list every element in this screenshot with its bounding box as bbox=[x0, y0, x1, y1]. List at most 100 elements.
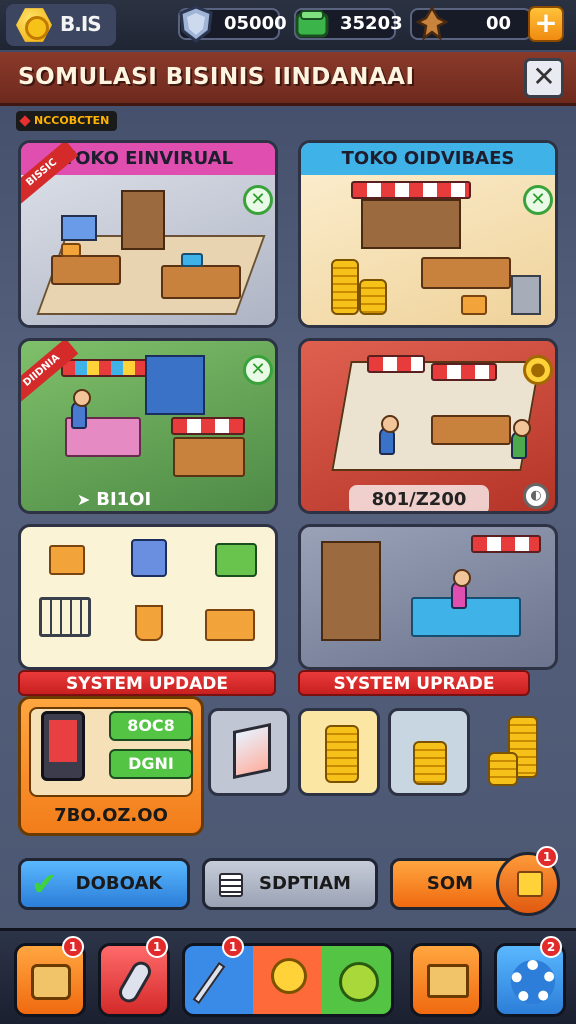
awning bbox=[471, 535, 541, 553]
shield-gem-icon bbox=[179, 5, 213, 43]
cash-counter[interactable]: 35203 bbox=[294, 8, 403, 40]
nav-center-group bbox=[182, 943, 394, 1017]
check-icon: ✕ bbox=[243, 355, 273, 385]
box bbox=[461, 295, 487, 315]
shelf bbox=[321, 541, 381, 641]
shop-card-title: TOKO OIDVIBAES bbox=[301, 143, 555, 175]
register bbox=[181, 253, 203, 267]
shelf bbox=[121, 190, 165, 250]
item-tile-crystal[interactable] bbox=[208, 708, 290, 796]
awning bbox=[351, 181, 471, 199]
counter bbox=[51, 255, 121, 285]
coin-stack-icon bbox=[488, 752, 518, 786]
upgrade-option-top[interactable]: 8OC8 bbox=[109, 711, 193, 741]
system-label: SYSTEM UPDADE bbox=[18, 670, 276, 696]
upgrade-panel[interactable]: 8OC8 DGNI 7BO.OZ.OO bbox=[18, 696, 204, 836]
bottom-nav bbox=[0, 928, 576, 1024]
dobak-label: DOBOAK bbox=[75, 873, 163, 894]
customer bbox=[379, 415, 399, 455]
counter bbox=[161, 265, 241, 299]
item-tile-coins-large[interactable] bbox=[298, 708, 380, 796]
arrow-icon: ➤ bbox=[76, 490, 91, 509]
coin-stack-icon bbox=[413, 741, 447, 785]
item-tile-coins-medium[interactable] bbox=[388, 708, 470, 796]
gold-coin-icon: ● bbox=[523, 355, 553, 385]
package-icon bbox=[205, 609, 255, 641]
nav-badge: 1 bbox=[222, 936, 244, 958]
card-stat: 801/Z200 bbox=[349, 485, 489, 511]
shopkeeper bbox=[451, 569, 471, 609]
shop-card-store[interactable]: ● 801/Z200 ◐ bbox=[298, 338, 558, 514]
cake-icon bbox=[31, 964, 71, 1000]
upgrade-option-bottom[interactable]: DGNI bbox=[109, 749, 193, 779]
crystal-icon bbox=[233, 722, 271, 780]
coin-stack-icon bbox=[325, 725, 359, 783]
trophy-value: 00 bbox=[486, 13, 512, 34]
title-bar: SOMULASI BISINIS IINDANAAI ✕ bbox=[0, 52, 576, 106]
check-icon: ✕ bbox=[243, 185, 273, 215]
safe bbox=[511, 275, 541, 315]
bag-icon bbox=[517, 871, 543, 897]
upgrade-value: 7BO.OZ.OO bbox=[54, 805, 168, 826]
coin-icon[interactable] bbox=[339, 962, 379, 1002]
cart-icon bbox=[39, 597, 91, 637]
counter bbox=[431, 415, 511, 445]
info-icon[interactable]: ◐ bbox=[523, 483, 549, 509]
box bbox=[61, 243, 81, 257]
microphone-icon bbox=[115, 957, 155, 1007]
gem-value: 05000 bbox=[224, 13, 287, 34]
coin-stack bbox=[331, 259, 359, 315]
item-tile-coins-small[interactable] bbox=[484, 712, 556, 796]
trophy-figure-icon bbox=[415, 5, 449, 41]
shop-card-market[interactable]: DIIDNIA ✕ ➤ BI1OI bbox=[18, 338, 278, 514]
nav-badge: 1 bbox=[62, 936, 84, 958]
shopkeeper bbox=[71, 389, 91, 429]
player-logo[interactable]: B.IS bbox=[6, 4, 116, 46]
cash-value: 35203 bbox=[340, 13, 403, 34]
cash-machine-icon bbox=[215, 543, 257, 577]
page-title: SOMULASI BISINIS IINDANAAI bbox=[18, 64, 415, 90]
nav-badge: 1 bbox=[146, 936, 168, 958]
shop-scene bbox=[301, 175, 555, 325]
awning bbox=[367, 355, 425, 373]
cashier bbox=[511, 419, 531, 459]
logo-text: B.IS bbox=[60, 12, 102, 36]
system-items-panel[interactable] bbox=[18, 524, 278, 670]
counter bbox=[421, 257, 511, 289]
shop-card-physical[interactable]: TOKO OIDVIBAES ✕ bbox=[298, 140, 558, 328]
trophy-counter[interactable]: 00 bbox=[410, 5, 532, 41]
nav-badge: 2 bbox=[540, 936, 562, 958]
close-button[interactable]: ✕ bbox=[524, 58, 564, 98]
notification-badge: 1 bbox=[536, 846, 558, 868]
register-icon bbox=[131, 539, 167, 577]
check-icon: ✕ bbox=[523, 185, 553, 215]
add-currency-button[interactable]: + bbox=[528, 6, 564, 42]
gem-counter[interactable]: 05000 bbox=[178, 5, 287, 43]
shelf bbox=[145, 355, 205, 415]
system-label: SYSTEM UPRADE bbox=[298, 670, 530, 696]
stall bbox=[173, 437, 245, 477]
new-tag: NCCOBCTEN bbox=[16, 111, 118, 131]
wall-screen bbox=[61, 215, 97, 241]
sdptiam-button[interactable]: SDPTIAM bbox=[202, 858, 378, 910]
gold-hex-icon bbox=[16, 8, 52, 42]
tools-icon[interactable] bbox=[192, 961, 226, 1005]
dobak-button[interactable]: ✔ DOBOAK bbox=[18, 858, 190, 910]
box-icon bbox=[49, 545, 85, 575]
document-icon bbox=[219, 873, 243, 897]
som-label: SOM bbox=[426, 873, 474, 894]
shop-scene bbox=[21, 175, 275, 325]
plant-icon bbox=[135, 605, 163, 641]
gear-icon bbox=[511, 960, 555, 1004]
store-upgrade-card[interactable] bbox=[298, 524, 558, 670]
checkmark-icon: ✔ bbox=[31, 865, 58, 903]
phone-icon bbox=[41, 711, 85, 781]
nav-folder[interactable] bbox=[410, 943, 482, 1017]
folder-icon bbox=[427, 964, 469, 998]
coin-stack bbox=[359, 279, 387, 315]
shop-card-virtual[interactable]: TOKO EINVIRUAL BISSIC ✕ bbox=[18, 140, 278, 328]
card-stat: ➤ BI1OI bbox=[69, 485, 159, 511]
phone-screen bbox=[49, 720, 77, 762]
lamp-figure-icon[interactable] bbox=[271, 958, 307, 994]
stall-awning bbox=[171, 417, 245, 435]
